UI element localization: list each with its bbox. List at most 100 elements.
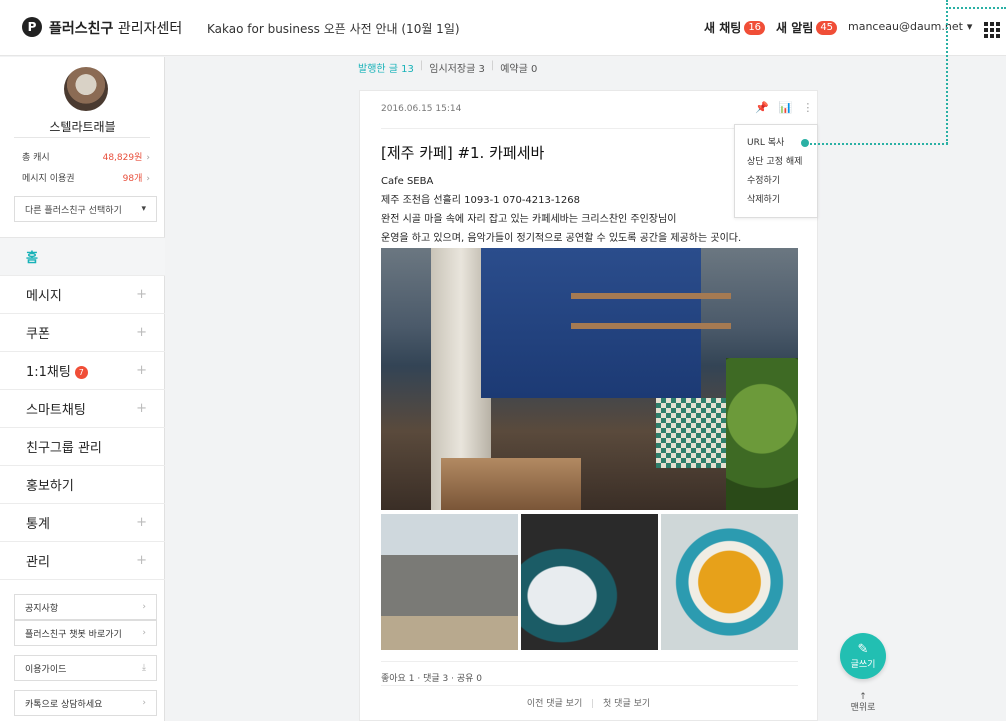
- post-date: 2016.06.15 15:14: [381, 104, 462, 114]
- profile-name: 스텔라트래블: [49, 120, 116, 134]
- nav-item-coupon[interactable]: 쿠폰 +: [0, 314, 165, 352]
- new-alarm-badge: 45: [816, 20, 838, 35]
- chevron-down-icon: ▾: [141, 204, 146, 214]
- pen-icon: ✎: [857, 641, 869, 657]
- nav-label: 1:1채팅: [26, 365, 71, 380]
- notice-link[interactable]: 공지사항 ›: [14, 594, 157, 620]
- chat-count-badge: 7: [74, 366, 88, 379]
- main-nav: 홈 메시지 + 쿠폰 + 1:1채팅 7 + 스마트채팅 + 친구그룹 관리 홍보…: [0, 237, 165, 580]
- plus-icon[interactable]: +: [136, 363, 147, 378]
- nav-item-promotion[interactable]: 홍보하기: [0, 466, 165, 504]
- annotation-pointer-line: [805, 143, 948, 145]
- sidebar: 스텔라트래블 총 캐시 48,829원 › 메시지 이용권 98개 › 다른 플러스…: [0, 57, 165, 721]
- plus-icon[interactable]: +: [136, 553, 147, 568]
- post-image-thumb[interactable]: [381, 514, 518, 650]
- nav-label: 친구그룹 관리: [26, 441, 102, 456]
- divider: [14, 137, 150, 138]
- post-body-line: 제주 조천읍 선흘리 1093-1 070-4213-1268: [381, 195, 580, 206]
- nav-label: 메시지: [26, 289, 62, 304]
- new-chat-link[interactable]: 새 채팅 16: [704, 19, 766, 36]
- post-tools: 📌 📊 ⋮: [755, 101, 813, 114]
- nav-item-statistics[interactable]: 통계 +: [0, 504, 165, 542]
- nav-item-chat[interactable]: 1:1채팅 7 +: [0, 352, 165, 390]
- nav-item-message[interactable]: 메시지 +: [0, 276, 165, 314]
- chevron-right-icon: ›: [142, 628, 146, 638]
- more-icon[interactable]: ⋮: [802, 101, 813, 114]
- post-body-line: 운영을 하고 있으며, 음악가들이 정기적으로 공연할 수 있도록 공간을 제공…: [381, 233, 742, 244]
- menu-item-edit[interactable]: 수정하기: [735, 172, 817, 191]
- dot-separator: ·: [451, 674, 454, 684]
- top-bar: P 플러스친구 관리자센터 Kakao for business 오픈 사전 안…: [0, 0, 1006, 56]
- chevron-right-icon: ›: [142, 698, 146, 708]
- menu-item-delete[interactable]: 삭제하기: [735, 191, 817, 210]
- apps-grid-icon[interactable]: [984, 22, 1000, 38]
- prev-comments-link[interactable]: 이전 댓글 보기: [527, 699, 582, 709]
- cash-value: 48,829원: [102, 153, 143, 163]
- brand-bold: 플러스친구: [49, 21, 114, 37]
- plus-icon[interactable]: +: [136, 287, 147, 302]
- annotation-pointer-line: [946, 0, 948, 144]
- chevron-right-icon: ›: [142, 602, 146, 612]
- nav-label: 홍보하기: [26, 479, 74, 494]
- likes-count[interactable]: 좋아요 1: [381, 674, 414, 684]
- notice-link[interactable]: Kakao for business 오픈 사전 안내 (10월 1일): [207, 20, 460, 37]
- post-tabs: 발행한 글 13 | 임시저장글 3 | 예약글 0: [358, 60, 537, 75]
- divider: [381, 661, 798, 662]
- new-chat-badge: 16: [744, 20, 766, 35]
- nav-label: 통계: [26, 517, 50, 532]
- link-label: 공지사항: [25, 603, 59, 614]
- chevron-down-icon: ▾: [966, 20, 973, 33]
- cash-row[interactable]: 총 캐시 48,829원 ›: [22, 150, 150, 163]
- tab-published[interactable]: 발행한 글 13: [358, 60, 414, 75]
- post-image-thumb[interactable]: [661, 514, 798, 650]
- chevron-right-icon: ›: [146, 174, 150, 184]
- scroll-top-button[interactable]: ↑ 맨위로: [845, 692, 881, 714]
- new-alarm-link[interactable]: 새 알림 45: [776, 19, 838, 36]
- first-comment-link[interactable]: 첫 댓글 보기: [603, 699, 650, 709]
- post-image-thumb[interactable]: [521, 514, 658, 650]
- divider: [381, 685, 798, 686]
- scroll-top-label: 맨위로: [850, 703, 876, 713]
- plusfriend-select[interactable]: 다른 플러스친구 선택하기 ▾: [14, 196, 157, 222]
- comments-count[interactable]: 댓글 3: [423, 674, 448, 684]
- plus-icon[interactable]: +: [136, 401, 147, 416]
- post-body-line: Cafe SEBA: [381, 176, 434, 187]
- write-post-button[interactable]: ✎ 글쓰기: [840, 633, 886, 679]
- post-title: [제주 카페] #1. 카페세바: [381, 144, 545, 162]
- link-label: 이용가이드: [25, 664, 67, 675]
- voucher-row[interactable]: 메시지 이용권 98개 ›: [22, 171, 150, 184]
- arrow-up-icon: ↑: [859, 692, 867, 702]
- link-label: 카톡으로 상담하세요: [25, 699, 103, 710]
- write-label: 글쓰기: [850, 659, 876, 670]
- post-body-line: 완전 시골 마을 속에 자리 잡고 있는 카페세바는 크리스찬인 주인장님이: [381, 214, 677, 225]
- shares-count[interactable]: 공유 0: [457, 674, 482, 684]
- nav-item-manage[interactable]: 관리 +: [0, 542, 165, 580]
- kakaotalk-consult-link[interactable]: 카톡으로 상담하세요 ›: [14, 690, 157, 716]
- comment-separator: |: [591, 699, 595, 709]
- chatbot-link[interactable]: 플러스친구 챗봇 바로가기 ›: [14, 620, 157, 646]
- plusfriend-logo-icon[interactable]: P: [22, 17, 42, 37]
- pin-icon[interactable]: 📌: [755, 101, 769, 114]
- voucher-label: 메시지 이용권: [22, 174, 75, 184]
- nav-label: 홈: [26, 251, 38, 266]
- tab-separator: |: [490, 60, 495, 71]
- chevron-right-icon: ›: [146, 153, 150, 163]
- nav-item-home[interactable]: 홈: [0, 238, 165, 276]
- plus-icon[interactable]: +: [136, 515, 147, 530]
- guide-link[interactable]: 이용가이드 ⤓: [14, 655, 157, 681]
- post-image-main[interactable]: [381, 248, 798, 510]
- brand-title[interactable]: 플러스친구 관리자센터: [49, 18, 182, 38]
- nav-item-friend-group[interactable]: 친구그룹 관리: [0, 428, 165, 466]
- avatar[interactable]: [64, 67, 108, 111]
- dot-separator: ·: [417, 674, 421, 684]
- account-menu[interactable]: manceau@daum.net ▾: [848, 20, 972, 33]
- plus-icon[interactable]: +: [136, 325, 147, 340]
- tab-drafts[interactable]: 임시저장글 3: [429, 60, 485, 75]
- tab-separator: |: [419, 60, 424, 71]
- annotation-pointer-dot: [801, 139, 809, 147]
- nav-item-smartchat[interactable]: 스마트채팅 +: [0, 390, 165, 428]
- stats-icon[interactable]: 📊: [779, 101, 793, 114]
- menu-item-unpin[interactable]: 상단 고정 해제: [735, 153, 817, 172]
- cash-label: 총 캐시: [22, 153, 50, 163]
- tab-scheduled[interactable]: 예약글 0: [500, 60, 537, 75]
